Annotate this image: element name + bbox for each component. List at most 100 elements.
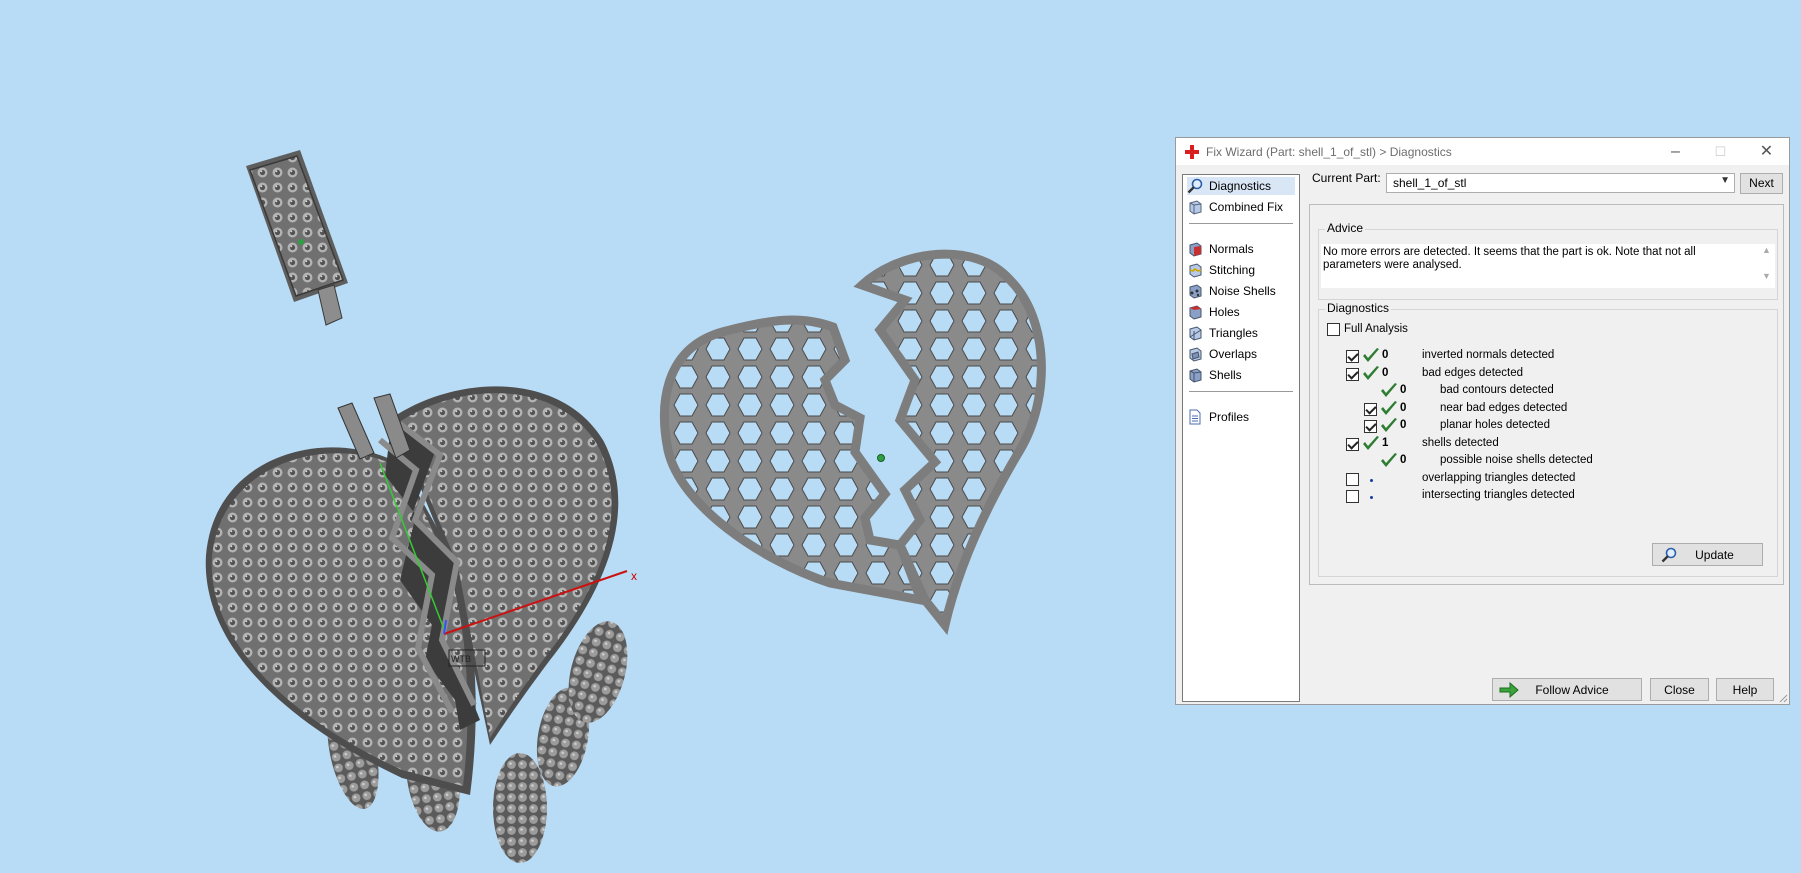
red-cross-icon <box>1185 145 1199 159</box>
diagnostic-label: bad edges detected <box>1422 366 1524 379</box>
full-analysis-checkbox[interactable] <box>1327 323 1340 336</box>
diagnostics-title: Diagnostics <box>1325 301 1392 315</box>
magnifier-icon <box>1187 178 1203 194</box>
diagnostic-checkbox[interactable] <box>1364 402 1377 416</box>
diagnostic-checkbox[interactable] <box>1364 420 1377 433</box>
diagnostics-group: Diagnostics Full Analysis 0 inverted norm… <box>1318 301 1778 577</box>
diagnostic-checkbox[interactable] <box>1346 350 1359 363</box>
nav-label: Noise Shells <box>1209 284 1276 298</box>
nav-item-diagnostics[interactable]: Diagnostics <box>1187 177 1295 195</box>
full-analysis-label: Full Analysis <box>1344 323 1408 335</box>
nav-item-holes[interactable]: Holes <box>1187 303 1295 321</box>
advice-title: Advice <box>1325 221 1366 235</box>
advice-text-area[interactable]: No more errors are detected. It seems th… <box>1321 244 1775 288</box>
nav-item-shells[interactable]: Shells <box>1187 366 1295 384</box>
nav-item-noise-shells[interactable]: Noise Shells <box>1187 282 1295 300</box>
diagnostic-checkbox[interactable] <box>1346 472 1359 486</box>
help-button[interactable]: Help <box>1716 678 1774 701</box>
cube-icon <box>1189 200 1202 215</box>
green-check-icon <box>1363 435 1379 450</box>
dialog-title: Fix Wizard (Part: shell_1_of_stl) > Diag… <box>1206 145 1452 159</box>
diagnostic-count: 0 <box>1400 384 1407 396</box>
diagnostic-checkbox[interactable] <box>1346 437 1359 451</box>
nav-divider <box>1189 223 1293 224</box>
diagnostic-count: 0 <box>1400 401 1407 414</box>
diagnostic-label: possible noise shells detected <box>1440 454 1593 466</box>
document-icon <box>1189 409 1201 425</box>
current-part-value: shell_1_of_stl <box>1393 176 1467 190</box>
diagnostic-count: 1 <box>1382 436 1389 449</box>
pending-dot-icon <box>1370 496 1373 499</box>
maximize-button[interactable]: ☐ <box>1698 138 1743 165</box>
heart-left-mesh: x WTB <box>205 386 637 863</box>
nav-label: Diagnostics <box>1209 179 1272 193</box>
current-part-label: Current Part: <box>1312 171 1381 185</box>
nav-item-profiles[interactable]: Profiles <box>1187 408 1295 426</box>
nav-item-combined-fix[interactable]: Combined Fix <box>1187 198 1295 216</box>
green-check-icon <box>1363 365 1379 380</box>
advice-text: No more errors are detected. It seems th… <box>1323 246 1696 271</box>
diagnostic-label: intersecting triangles detected <box>1422 489 1575 501</box>
arrow-right-icon <box>1499 682 1519 698</box>
pending-dot-icon <box>1370 478 1373 482</box>
diagnostic-label: shells detected <box>1422 436 1499 449</box>
nav-item-overlaps[interactable]: Overlaps <box>1187 345 1295 363</box>
diagnostic-label: inverted normals detected <box>1422 349 1555 361</box>
diagnostic-count: 0 <box>1382 349 1389 361</box>
diagnostic-label: overlapping triangles detected <box>1422 471 1576 484</box>
diagnostics-panel: Advice No more errors are detected. It s… <box>1309 204 1784 585</box>
diagnostic-label: planar holes detected <box>1440 419 1550 431</box>
resize-grip-icon[interactable] <box>1778 693 1788 703</box>
nav-label: Shells <box>1209 368 1242 382</box>
advice-group: Advice No more errors are detected. It s… <box>1318 221 1778 300</box>
fix-wizard-nav: Diagnostics Combined Fix Normals Stitchi… <box>1182 174 1300 702</box>
noise-shells-icon <box>1189 284 1202 299</box>
box-label: WTB <box>451 654 471 664</box>
nav-item-normals[interactable]: Normals <box>1187 240 1295 258</box>
shells-cube-icon <box>1189 368 1202 383</box>
advice-scrollbar[interactable]: ▲ ▼ <box>1758 244 1775 288</box>
next-button[interactable]: Next <box>1740 173 1783 194</box>
nav-label: Profiles <box>1209 410 1250 424</box>
stitching-cube-icon <box>1189 263 1202 278</box>
diagnostic-count: 0 <box>1382 366 1389 379</box>
diagnostic-count: 0 <box>1400 419 1407 431</box>
normals-cube-icon <box>1189 242 1202 257</box>
holes-cube-icon <box>1189 305 1202 320</box>
nav-label: Triangles <box>1209 326 1258 340</box>
nav-item-triangles[interactable]: Triangles <box>1187 324 1295 342</box>
green-check-icon <box>1381 383 1397 397</box>
diagnostic-count: 0 <box>1400 454 1407 466</box>
follow-advice-button[interactable]: Follow Advice <box>1492 678 1642 701</box>
green-check-icon <box>1381 453 1397 467</box>
update-label: Update <box>1695 547 1734 562</box>
update-button[interactable]: Update <box>1652 543 1763 566</box>
current-part-dropdown[interactable]: shell_1_of_stl ▼ <box>1386 173 1735 193</box>
nav-label: Stitching <box>1209 263 1256 277</box>
nav-divider <box>1189 391 1293 392</box>
axis-x-label: x <box>631 569 637 583</box>
title-bar[interactable]: Fix Wizard (Part: shell_1_of_stl) > Diag… <box>1176 138 1789 165</box>
heart-hex-mesh <box>660 249 1046 636</box>
follow-advice-label: Follow Advice <box>1535 682 1609 697</box>
magnifier-icon <box>1661 547 1677 563</box>
overlaps-cube-icon <box>1189 347 1202 362</box>
nav-label: Normals <box>1209 242 1254 256</box>
nav-item-stitching[interactable]: Stitching <box>1187 261 1295 279</box>
chevron-down-icon: ▼ <box>1720 175 1730 186</box>
diagnostic-checkbox[interactable] <box>1346 367 1359 381</box>
triangles-cube-icon <box>1189 326 1202 341</box>
close-window-button[interactable]: ✕ <box>1744 138 1789 165</box>
green-check-icon <box>1363 348 1379 362</box>
diagnostic-checkbox[interactable] <box>1346 490 1359 503</box>
diagnostic-label: bad contours detected <box>1440 384 1554 396</box>
nav-label: Overlaps <box>1209 347 1258 361</box>
green-check-icon <box>1381 418 1397 432</box>
bar-mesh <box>246 150 348 326</box>
green-check-icon <box>1381 400 1397 415</box>
nav-label: Combined Fix <box>1209 200 1284 214</box>
close-button[interactable]: Close <box>1650 678 1709 701</box>
minimize-button[interactable]: – <box>1653 138 1698 165</box>
nav-label: Holes <box>1209 305 1240 319</box>
fix-wizard-dialog: Fix Wizard (Part: shell_1_of_stl) > Diag… <box>1175 137 1790 705</box>
